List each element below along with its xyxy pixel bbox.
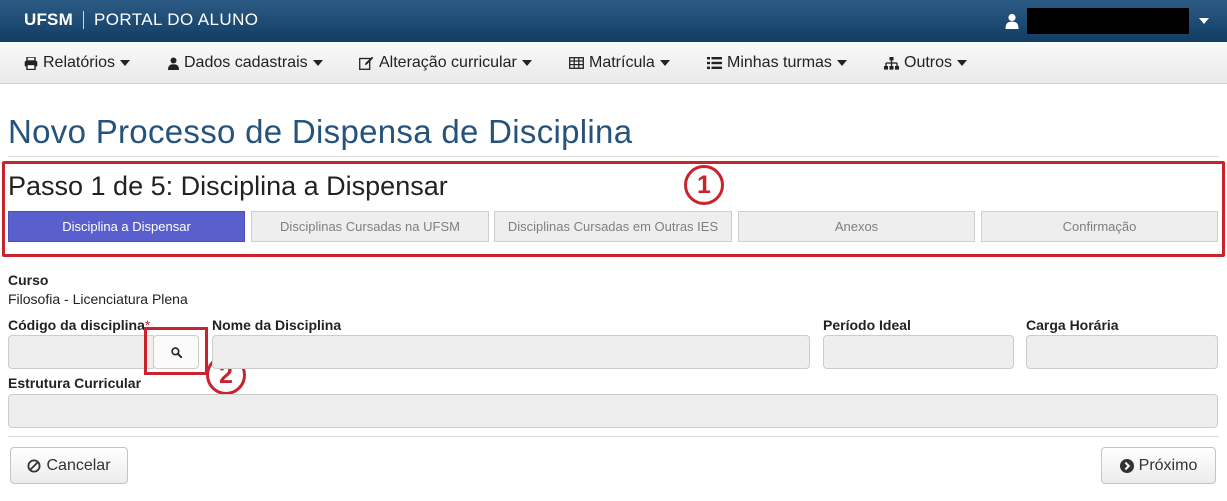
carga-horaria-input[interactable] bbox=[1026, 335, 1218, 369]
title-divider bbox=[8, 156, 1219, 157]
ban-icon bbox=[27, 459, 41, 472]
caret-down-icon bbox=[1199, 18, 1209, 24]
codigo-disciplina-input[interactable] bbox=[8, 335, 156, 369]
menu-relatorios[interactable]: Relatórios bbox=[24, 42, 131, 84]
menu-dados-cadastrais[interactable]: Dados cadastrais bbox=[168, 42, 323, 84]
nome-disciplina-input[interactable] bbox=[212, 335, 810, 369]
menu-outros-label: Outros bbox=[904, 54, 953, 71]
estrutura-curricular-label: Estrutura Curricular bbox=[8, 375, 142, 391]
main-menu: Relatórios Dados cadastrais Alteração cu… bbox=[0, 42, 1227, 84]
periodo-ideal-label: Período Ideal bbox=[823, 317, 911, 333]
caret-down-icon bbox=[521, 60, 532, 66]
menu-matricula[interactable]: Matrícula bbox=[569, 42, 670, 84]
carga-horaria-label: Carga Horária bbox=[1026, 317, 1119, 333]
print-icon bbox=[24, 56, 38, 70]
step-title: Passo 1 de 5: Disciplina a Dispensar bbox=[8, 171, 448, 201]
caret-down-icon bbox=[120, 60, 131, 66]
user-icon bbox=[1005, 13, 1019, 29]
sitemap-icon bbox=[884, 56, 899, 70]
caret-down-icon bbox=[659, 60, 670, 66]
form-divider bbox=[8, 436, 1219, 437]
caret-down-icon bbox=[957, 60, 968, 66]
next-button[interactable]: Próximo bbox=[1101, 447, 1216, 484]
menu-outros[interactable]: Outros bbox=[884, 42, 968, 84]
annotation-highlight-search bbox=[144, 327, 208, 375]
brand-logo-text: UFSM bbox=[24, 10, 73, 29]
periodo-ideal-input[interactable] bbox=[823, 335, 1014, 369]
menu-alteracao-curricular[interactable]: Alteração curricular bbox=[359, 42, 532, 84]
cancel-button[interactable]: Cancelar bbox=[10, 447, 128, 484]
tab-anexos[interactable]: Anexos bbox=[738, 211, 975, 242]
menu-alteracao-curricular-label: Alteração curricular bbox=[379, 54, 517, 71]
user-name-redacted bbox=[1027, 8, 1189, 34]
top-bar: UFSM PORTAL DO ALUNO bbox=[0, 0, 1227, 42]
tab-disciplinas-cursadas-ufsm[interactable]: Disciplinas Cursadas na UFSM bbox=[251, 211, 489, 242]
curso-value: Filosofia - Licenciatura Plena bbox=[8, 291, 188, 307]
user-icon bbox=[168, 57, 179, 70]
user-menu[interactable] bbox=[1005, 8, 1209, 34]
menu-dados-cadastrais-label: Dados cadastrais bbox=[184, 54, 308, 71]
caret-down-icon bbox=[836, 60, 847, 66]
menu-minhas-turmas-label: Minhas turmas bbox=[727, 54, 832, 71]
codigo-disciplina-label: Código da disciplina* bbox=[8, 317, 150, 333]
menu-matricula-label: Matrícula bbox=[589, 54, 655, 71]
menu-minhas-turmas[interactable]: Minhas turmas bbox=[707, 42, 847, 84]
table-icon bbox=[569, 57, 584, 69]
brand-separator bbox=[82, 11, 84, 29]
next-button-label: Próximo bbox=[1138, 456, 1198, 474]
estrutura-curricular-input[interactable] bbox=[8, 394, 1218, 428]
tab-confirmacao[interactable]: Confirmação bbox=[981, 211, 1218, 242]
annotation-callout-1: 1 bbox=[684, 165, 724, 205]
chevron-circle-right-icon bbox=[1119, 458, 1134, 473]
list-icon bbox=[707, 57, 722, 69]
portal-name: PORTAL DO ALUNO bbox=[93, 10, 259, 29]
codigo-disciplina-label-text: Código da disciplina bbox=[8, 317, 145, 333]
menu-relatorios-label: Relatórios bbox=[43, 54, 116, 71]
edit-icon bbox=[359, 56, 374, 70]
page-title: Novo Processo de Dispensa de Disciplina bbox=[8, 113, 633, 150]
cancel-button-label: Cancelar bbox=[46, 456, 111, 474]
tab-disciplinas-cursadas-outras-ies[interactable]: Disciplinas Cursadas em Outras IES bbox=[494, 211, 732, 242]
caret-down-icon bbox=[312, 60, 323, 66]
brand[interactable]: UFSM PORTAL DO ALUNO bbox=[24, 10, 258, 30]
curso-label: Curso bbox=[8, 272, 49, 288]
tab-disciplina-a-dispensar[interactable]: Disciplina a Dispensar bbox=[8, 211, 245, 242]
nome-disciplina-label: Nome da Disciplina bbox=[212, 317, 342, 333]
